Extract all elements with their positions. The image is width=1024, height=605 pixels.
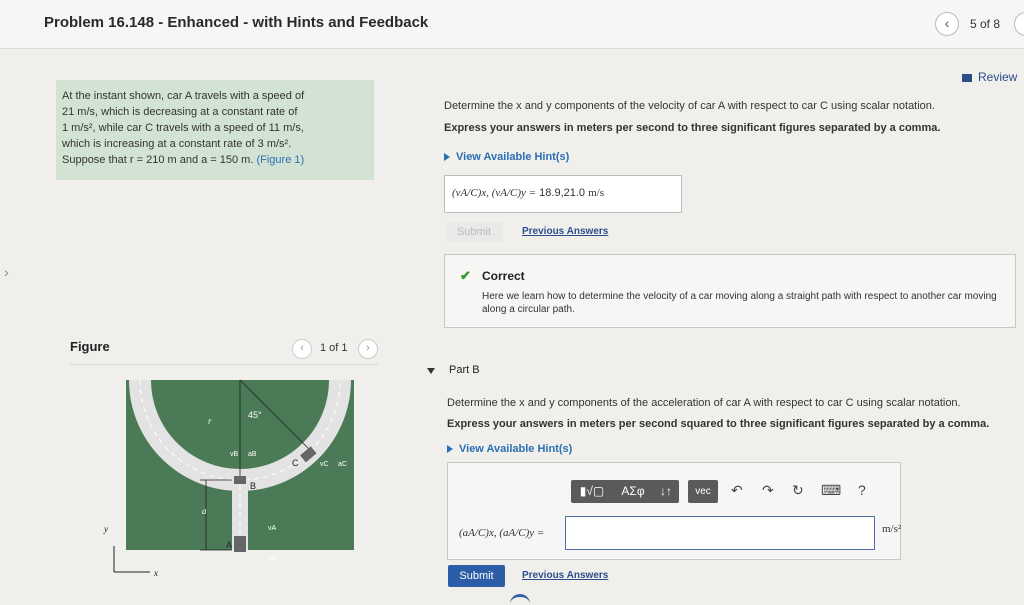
hint-label: View Available Hint(s) bbox=[459, 443, 573, 455]
feedback-title: Correct bbox=[482, 269, 525, 283]
r-label: r bbox=[208, 416, 212, 426]
help-icon[interactable]: ? bbox=[858, 482, 866, 498]
divider bbox=[70, 364, 378, 365]
vb-label: vB bbox=[230, 451, 239, 458]
y-axis-label: y bbox=[103, 524, 108, 534]
arrows-button[interactable]: ↓↑ bbox=[655, 480, 677, 503]
expand-panel-icon[interactable]: › bbox=[4, 264, 9, 280]
figure-next-icon[interactable]: › bbox=[358, 339, 378, 359]
figure-counter: 1 of 1 bbox=[320, 342, 348, 354]
page-title: Problem 16.148 - Enhanced - with Hints a… bbox=[44, 14, 429, 31]
problem-line: 1 m/s², while car C travels with a speed… bbox=[62, 122, 304, 134]
problem-counter: 5 of 8 bbox=[970, 17, 1001, 31]
car-b bbox=[234, 476, 246, 484]
problem-statement: At the instant shown, car A travels with… bbox=[62, 88, 367, 168]
a-label: a bbox=[202, 506, 207, 516]
review-label: Review bbox=[978, 70, 1018, 84]
redo-icon[interactable]: ↷ bbox=[762, 482, 774, 499]
part-b-question: Determine the x and y components of the … bbox=[447, 397, 961, 409]
part-b-submit-button[interactable]: Submit bbox=[448, 565, 505, 587]
feedback-text: Here we learn how to determine the veloc… bbox=[482, 291, 997, 315]
greek-symbols-button[interactable]: ΑΣφ bbox=[615, 480, 651, 503]
keyboard-icon[interactable]: ⌨ bbox=[821, 482, 841, 499]
b-label: B bbox=[250, 481, 256, 491]
review-link[interactable]: Review bbox=[962, 70, 1017, 84]
problem-line: At the instant shown, car A travels with… bbox=[62, 90, 305, 102]
c-label: C bbox=[292, 458, 299, 468]
figure-diagram: 45° r a B C A vB aB vC aC vA aA y x bbox=[103, 379, 354, 578]
x-axis-label: x bbox=[153, 568, 158, 578]
reset-icon[interactable]: ↻ bbox=[792, 482, 804, 499]
templates-button[interactable]: ▮√▢ bbox=[573, 480, 611, 503]
answer-value: 18.9,21.0 bbox=[539, 187, 586, 199]
va-label: vA bbox=[268, 525, 277, 532]
collapse-triangle-icon[interactable] bbox=[427, 368, 435, 374]
part-b-answer-label: (aA/C)x, (aA/C)y = bbox=[459, 527, 545, 539]
ab-label: aB bbox=[248, 451, 257, 458]
expand-triangle-icon bbox=[444, 153, 450, 162]
part-b-previous-answers-link[interactable]: Previous Answers bbox=[522, 570, 608, 581]
problem-line: Suppose that r = 210 m and a = 150 m. (F… bbox=[62, 152, 367, 168]
vc-label: vC bbox=[320, 461, 329, 468]
undo-icon[interactable]: ↶ bbox=[731, 482, 743, 499]
part-a-submit-button[interactable]: Submit bbox=[446, 222, 502, 242]
part-b-hints-link[interactable]: View Available Hint(s) bbox=[447, 443, 572, 455]
part-a-instruction: Express your answers in meters per secon… bbox=[444, 122, 941, 134]
ac-label: aC bbox=[338, 461, 347, 468]
part-a-answer: (vA/C)x, (vA/C)y = 18.9,21.0 m/s bbox=[452, 187, 604, 199]
answer-unit: m/s bbox=[588, 187, 604, 199]
car-a-label: A bbox=[226, 540, 232, 550]
figure-link[interactable]: (Figure 1) bbox=[256, 154, 304, 166]
part-b-unit: m/s² bbox=[882, 523, 902, 535]
hint-label: View Available Hint(s) bbox=[456, 151, 570, 163]
part-a-hints-link[interactable]: View Available Hint(s) bbox=[444, 151, 569, 163]
part-a-previous-answers-link[interactable]: Previous Answers bbox=[522, 226, 608, 237]
vector-button[interactable]: vec bbox=[688, 480, 718, 503]
expand-triangle-icon bbox=[447, 445, 453, 454]
check-icon: ✔ bbox=[460, 268, 471, 283]
math-toolbar: ▮√▢ ΑΣφ ↓↑ bbox=[571, 480, 679, 503]
part-b-instruction: Express your answers in meters per secon… bbox=[447, 418, 990, 430]
part-b-label: Part B bbox=[449, 364, 480, 376]
part-b-answer-input[interactable] bbox=[565, 516, 875, 550]
chevron-left-icon[interactable]: ‹ bbox=[935, 12, 959, 36]
review-icon bbox=[962, 73, 972, 82]
car-a bbox=[234, 536, 246, 552]
part-a-question: Determine the x and y components of the … bbox=[444, 100, 935, 112]
loading-icon bbox=[510, 594, 530, 605]
aa-label: aA bbox=[268, 555, 277, 562]
problem-line-text: Suppose that r = 210 m and a = 150 m. bbox=[62, 154, 254, 166]
figure-prev-icon[interactable]: ‹ bbox=[292, 339, 312, 359]
problem-line: 21 m/s, which is decreasing at a constan… bbox=[62, 106, 298, 118]
problem-line: which is increasing at a constant rate o… bbox=[62, 138, 292, 150]
figure-label: Figure bbox=[70, 339, 110, 354]
answer-label: (vA/C)x, (vA/C)y = bbox=[452, 187, 537, 199]
angle-label: 45° bbox=[248, 410, 262, 420]
